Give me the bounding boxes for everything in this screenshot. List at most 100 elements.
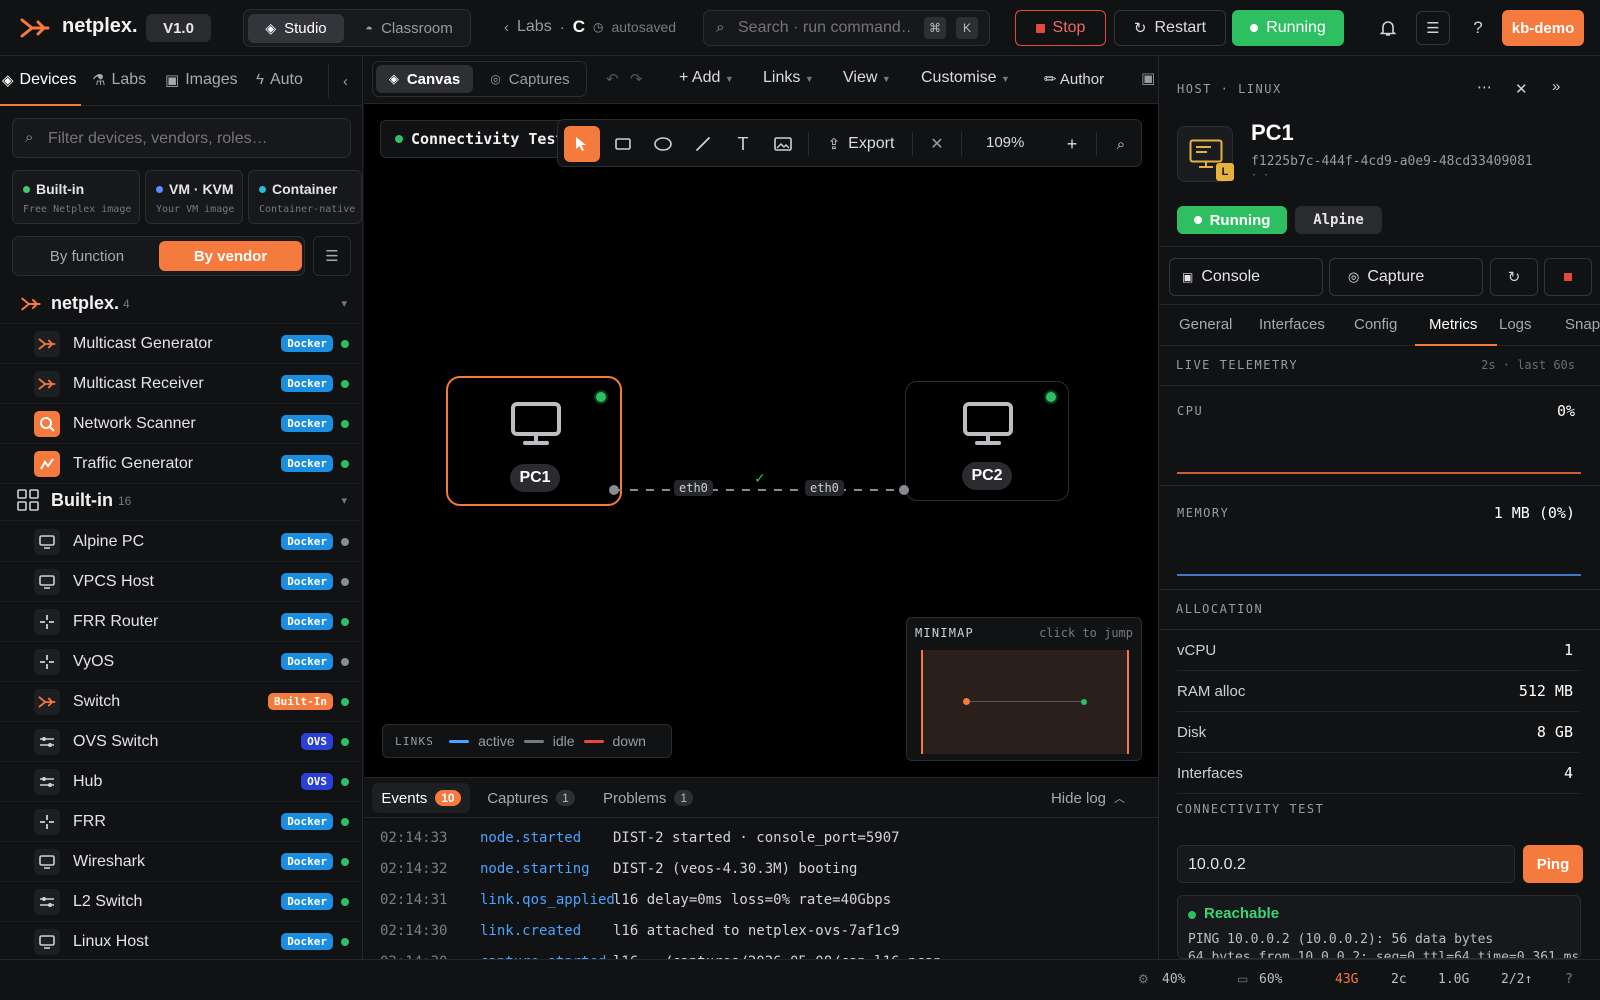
tab-images[interactable]: ▣ Images bbox=[165, 71, 238, 89]
source-card[interactable]: VM · KVM Your VM image bbox=[145, 170, 243, 224]
select-tool-icon[interactable] bbox=[564, 126, 600, 162]
tab-auto[interactable]: ϟ Auto bbox=[256, 71, 303, 89]
group-header-builtin[interactable]: Built-in 16 ▾ bbox=[0, 481, 362, 521]
capture-button[interactable]: ◎ Capture bbox=[1329, 258, 1483, 296]
redo-icon[interactable]: ↷ bbox=[630, 70, 643, 88]
tab-labs[interactable]: ⚗ Labs bbox=[92, 71, 146, 89]
log-row[interactable]: 02:14:30 link.created l16 attached to netp… bbox=[380, 916, 900, 946]
log-event-type[interactable]: link.qos_applied bbox=[480, 892, 615, 908]
list-view-icon[interactable]: ☰ bbox=[313, 236, 351, 276]
group-header-netplex[interactable]: netplex. 4 ▾ bbox=[0, 284, 362, 324]
node-pc1[interactable]: PC1 bbox=[446, 376, 622, 506]
undo-icon[interactable]: ↶ bbox=[606, 70, 619, 88]
device-list-item[interactable]: L2 Switch Docker bbox=[0, 882, 362, 922]
image-tool-icon[interactable] bbox=[765, 126, 801, 162]
command-search[interactable]: ⌕ ⌘ K bbox=[703, 10, 990, 46]
device-filter-input[interactable] bbox=[48, 128, 338, 150]
expand-icon[interactable]: » bbox=[1552, 78, 1560, 95]
running-status-button[interactable]: Running bbox=[1232, 10, 1344, 46]
settings-sliders-icon[interactable]: ☰ bbox=[1416, 11, 1450, 45]
ping-target-input[interactable] bbox=[1188, 854, 1488, 876]
mode-studio-button[interactable]: ◈ Studio bbox=[248, 14, 344, 43]
author-button[interactable]: ✏ Author bbox=[1044, 70, 1104, 88]
device-list-item[interactable]: Linux Host Docker bbox=[0, 922, 362, 959]
close-icon[interactable]: ✕ bbox=[1515, 80, 1528, 98]
source-card[interactable]: Built-in Free Netplex image bbox=[12, 170, 140, 224]
user-badge[interactable]: kb-demo bbox=[1502, 10, 1584, 46]
device-list-item[interactable]: Traffic Generator Docker bbox=[0, 444, 362, 484]
close-icon[interactable]: ✕ bbox=[919, 126, 955, 162]
log-row[interactable]: 02:14:31 link.qos_applied l16 delay=0ms lo… bbox=[380, 885, 891, 915]
minimap-viewport[interactable] bbox=[921, 650, 1129, 754]
group-by-vendor[interactable]: By vendor bbox=[159, 241, 302, 271]
stop-button[interactable]: Stop bbox=[1015, 10, 1106, 46]
stop-node-icon[interactable] bbox=[1544, 258, 1592, 296]
minimap[interactable]: MINIMAP click to jump bbox=[906, 617, 1142, 761]
restart-button[interactable]: ↻ Restart bbox=[1114, 10, 1226, 46]
ellipse-tool-icon[interactable] bbox=[645, 126, 681, 162]
zoom-fit-icon[interactable]: ⌕ bbox=[1103, 126, 1139, 162]
device-list-item[interactable]: Network Scanner Docker bbox=[0, 404, 362, 444]
group-by-function[interactable]: By function bbox=[17, 241, 157, 271]
breadcrumb-labs[interactable]: Labs bbox=[517, 18, 552, 36]
command-search-input[interactable] bbox=[738, 17, 913, 39]
inspector-tab-metrics[interactable]: Metrics bbox=[1429, 316, 1477, 333]
device-list-item[interactable]: Alpine PC Docker bbox=[0, 522, 362, 562]
ping-target-field[interactable] bbox=[1177, 845, 1515, 883]
menu-links[interactable]: Links ▼ bbox=[763, 69, 814, 87]
device-list-item[interactable]: Wireshark Docker bbox=[0, 842, 362, 882]
minimap-hint: click to jump bbox=[1039, 626, 1133, 640]
hide-log-button[interactable]: Hide log ︿ bbox=[1034, 783, 1142, 813]
zoom-in-icon[interactable]: + bbox=[1054, 126, 1090, 162]
line-tool-icon[interactable] bbox=[685, 126, 721, 162]
text-tool-icon[interactable]: T bbox=[725, 126, 761, 162]
menu-view[interactable]: View ▼ bbox=[843, 69, 891, 87]
device-list-item[interactable]: VyOS Docker bbox=[0, 642, 362, 682]
tab-captures[interactable]: ◎ Captures bbox=[477, 65, 583, 93]
help-icon[interactable]: ? bbox=[1462, 12, 1494, 44]
ping-button[interactable]: Ping bbox=[1523, 845, 1583, 883]
inspector-tab-logs[interactable]: Logs bbox=[1499, 316, 1532, 333]
tab-canvas[interactable]: ◈ Canvas bbox=[376, 65, 473, 93]
source-card[interactable]: Container Container-native bbox=[248, 170, 362, 224]
device-list-item[interactable]: OVS Switch OVS bbox=[0, 722, 362, 762]
breadcrumb-current[interactable]: C bbox=[573, 17, 585, 37]
device-list-item[interactable]: FRR Router Docker bbox=[0, 602, 362, 642]
device-list-item[interactable]: VPCS Host Docker bbox=[0, 562, 362, 602]
collapse-panel-button[interactable]: ‹ bbox=[328, 64, 362, 98]
log-event-type[interactable]: node.started bbox=[480, 830, 613, 846]
inspector-tab-interfaces[interactable]: Interfaces bbox=[1259, 316, 1325, 333]
bell-icon[interactable] bbox=[1372, 12, 1404, 44]
device-list-item[interactable]: Multicast Receiver Docker bbox=[0, 364, 362, 404]
mode-classroom-button[interactable]: ◓ Classroom bbox=[350, 14, 468, 43]
panel-icon[interactable]: ▣ bbox=[1141, 69, 1155, 87]
device-list-item[interactable]: Switch Built-In bbox=[0, 682, 362, 722]
menu-add[interactable]: + Add ▼ bbox=[679, 69, 734, 87]
status-help[interactable]: ? bbox=[1565, 972, 1573, 987]
tab-devices[interactable]: ◈ Devices bbox=[0, 56, 81, 106]
menu-customise[interactable]: Customise ▼ bbox=[921, 69, 1010, 87]
log-tab-events[interactable]: Events 10 bbox=[372, 783, 470, 813]
console-button[interactable]: ▣ Console bbox=[1169, 258, 1323, 296]
more-icon[interactable]: ⋯ bbox=[1477, 78, 1492, 96]
log-tab-captures[interactable]: Captures 1 bbox=[476, 783, 586, 813]
rectangle-tool-icon[interactable] bbox=[605, 126, 641, 162]
device-list-item[interactable]: Multicast Generator Docker bbox=[0, 324, 362, 364]
log-tab-problems[interactable]: Problems 1 bbox=[592, 783, 704, 813]
inspector-tab-snap[interactable]: Snap bbox=[1565, 316, 1600, 333]
lab-title-chip[interactable]: Connectivity Test bbox=[380, 120, 580, 158]
device-filter[interactable]: ⌕ bbox=[12, 118, 351, 158]
export-button[interactable]: ⇪ Export bbox=[816, 126, 906, 162]
chevron-left-icon[interactable]: ‹ bbox=[504, 19, 509, 36]
log-row[interactable]: 02:14:32 node.starting DIST-2 (veos-4.30.3… bbox=[380, 854, 857, 884]
log-row[interactable]: 02:14:33 node.started DIST-2 started · con… bbox=[380, 823, 900, 853]
device-list-item[interactable]: Hub OVS bbox=[0, 762, 362, 802]
log-event-type[interactable]: link.created bbox=[480, 923, 613, 939]
version-badge[interactable]: V1.0 bbox=[146, 14, 211, 42]
restart-node-icon[interactable]: ↻ bbox=[1490, 258, 1538, 296]
inspector-tab-general[interactable]: General bbox=[1179, 316, 1232, 333]
inspector-tab-config[interactable]: Config bbox=[1354, 316, 1397, 333]
node-pc2[interactable]: PC2 bbox=[905, 381, 1069, 501]
log-event-type[interactable]: node.starting bbox=[480, 861, 613, 877]
device-list-item[interactable]: FRR Docker bbox=[0, 802, 362, 842]
